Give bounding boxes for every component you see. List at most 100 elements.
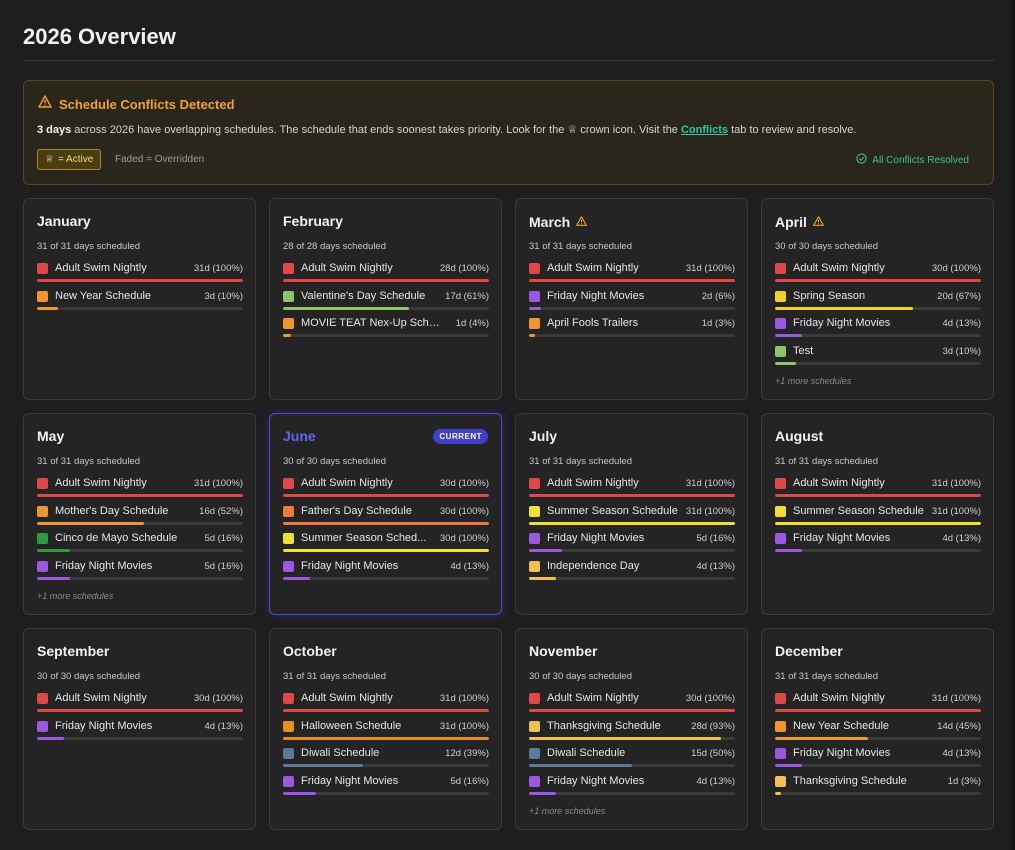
schedule-item[interactable]: Mother's Day Schedule 16d (52%) — [37, 504, 243, 526]
month-card-may[interactable]: May 31 of 31 days scheduled Adult Swim Nig… — [23, 413, 256, 615]
schedule-progress-fill — [37, 709, 243, 712]
schedule-item[interactable]: Summer Season Schedule 31d (100%) — [529, 504, 735, 526]
schedule-name: Friday Night Movies — [301, 560, 399, 572]
month-card-august[interactable]: August 31 of 31 days scheduled Adult Swim … — [761, 413, 994, 615]
schedule-item[interactable]: Friday Night Movies 5d (16%) — [529, 531, 735, 553]
schedule-name: Adult Swim Nightly — [55, 692, 147, 704]
warning-icon — [38, 95, 52, 113]
active-legend-label: = Active — [57, 154, 94, 165]
conflict-days: 3 days — [37, 124, 72, 136]
month-card-march[interactable]: March 31 of 31 days scheduled Adult Swim N… — [515, 198, 748, 400]
schedule-item[interactable]: Friday Night Movies 5d (16%) — [283, 774, 489, 796]
schedule-progress-fill — [283, 737, 489, 740]
conflicts-link[interactable]: Conflicts — [681, 124, 728, 136]
schedule-progress-track — [529, 577, 735, 580]
schedule-count: 5d (16%) — [696, 533, 735, 544]
schedule-item[interactable]: Adult Swim Nightly 28d (100%) — [283, 261, 489, 283]
schedule-name: Valentine's Day Schedule — [301, 290, 426, 302]
month-header: December — [775, 643, 843, 659]
schedule-progress-track — [283, 709, 489, 712]
schedule-count: 14d (45%) — [937, 721, 981, 732]
schedule-item[interactable]: Thanksgiving Schedule 1d (3%) — [775, 774, 981, 796]
schedule-item[interactable]: Father's Day Schedule 30d (100%) — [283, 504, 489, 526]
schedule-item[interactable]: Diwali Schedule 12d (39%) — [283, 746, 489, 768]
month-card-july[interactable]: July 31 of 31 days scheduled Adult Swim Ni… — [515, 413, 748, 615]
month-header: June — [283, 428, 316, 444]
schedule-item[interactable]: Friday Night Movies 4d (13%) — [37, 719, 243, 741]
schedule-progress-fill — [529, 522, 735, 525]
schedule-item[interactable]: Cinco de Mayo Schedule 5d (16%) — [37, 531, 243, 553]
month-card-february[interactable]: February 28 of 28 days scheduled Adult Swi… — [269, 198, 502, 400]
schedule-name: Father's Day Schedule — [301, 505, 412, 517]
schedule-count: 30d (100%) — [439, 506, 489, 517]
schedule-item[interactable]: Friday Night Movies 4d (13%) — [775, 746, 981, 768]
schedule-item[interactable]: MOVIE TEAT Nex-Up Sche... 1d (4%) — [283, 316, 489, 338]
schedule-item[interactable]: Test 3d (10%) — [775, 344, 981, 366]
more-schedules-link[interactable]: +1 more schedules — [37, 591, 113, 601]
schedule-item[interactable]: Friday Night Movies 2d (6%) — [529, 289, 735, 311]
schedule-progress-track — [775, 549, 981, 552]
schedule-progress-track — [529, 279, 735, 282]
month-card-december[interactable]: December 31 of 31 days scheduled Adult Swi… — [761, 628, 994, 830]
month-card-october[interactable]: October 31 of 31 days scheduled Adult Swim… — [269, 628, 502, 830]
schedule-item[interactable]: Summer Season Schedule 31d (100%) — [775, 504, 981, 526]
days-scheduled: 31 of 31 days scheduled — [775, 456, 878, 467]
schedule-progress-fill — [283, 307, 409, 310]
schedule-item[interactable]: Adult Swim Nightly 31d (100%) — [37, 261, 243, 283]
schedule-item[interactable]: Halloween Schedule 31d (100%) — [283, 719, 489, 741]
schedule-item[interactable]: Adult Swim Nightly 30d (100%) — [775, 261, 981, 283]
schedule-item[interactable]: Summer Season Sched... 30d (100%) — [283, 531, 489, 553]
schedule-count: 31d (100%) — [193, 263, 243, 274]
month-header: April — [775, 213, 824, 231]
schedule-item[interactable]: Adult Swim Nightly 31d (100%) — [529, 476, 735, 498]
month-header: February — [283, 213, 343, 229]
schedule-item[interactable]: Friday Night Movies 5d (16%) — [37, 559, 243, 581]
schedule-color-swatch — [775, 478, 786, 489]
schedule-item[interactable]: Independence Day 4d (13%) — [529, 559, 735, 581]
schedule-item[interactable]: Thanksgiving Schedule 28d (93%) — [529, 719, 735, 741]
schedule-item[interactable]: Friday Night Movies 4d (13%) — [283, 559, 489, 581]
schedule-color-swatch — [37, 561, 48, 572]
schedule-item[interactable]: Adult Swim Nightly 31d (100%) — [37, 476, 243, 498]
schedule-color-swatch — [283, 561, 294, 572]
schedule-name: Adult Swim Nightly — [793, 692, 885, 704]
schedule-progress-track — [529, 737, 735, 740]
schedule-name: Spring Season — [793, 290, 866, 302]
schedule-item[interactable]: Adult Swim Nightly 31d (100%) — [775, 476, 981, 498]
schedule-item[interactable]: Adult Swim Nightly 30d (100%) — [283, 476, 489, 498]
schedule-item[interactable]: Adult Swim Nightly 30d (100%) — [37, 691, 243, 713]
month-card-june[interactable]: June CURRENT 30 of 30 days scheduled Adult … — [269, 413, 502, 615]
month-card-september[interactable]: September 30 of 30 days scheduled Adult Sw… — [23, 628, 256, 830]
schedule-color-swatch — [775, 693, 786, 704]
schedule-item[interactable]: Adult Swim Nightly 31d (100%) — [529, 261, 735, 283]
month-name: July — [529, 428, 558, 444]
schedule-color-swatch — [283, 506, 294, 517]
schedule-name: Adult Swim Nightly — [547, 692, 639, 704]
more-schedules-link[interactable]: +1 more schedules — [775, 376, 851, 386]
schedule-progress-track — [283, 279, 489, 282]
schedule-item[interactable]: Adult Swim Nightly 30d (100%) — [529, 691, 735, 713]
schedule-item[interactable]: Diwali Schedule 15d (50%) — [529, 746, 735, 768]
month-card-november[interactable]: November 30 of 30 days scheduled Adult Swi… — [515, 628, 748, 830]
schedule-item[interactable]: Friday Night Movies 4d (13%) — [775, 316, 981, 338]
schedule-item[interactable]: Valentine's Day Schedule 17d (61%) — [283, 289, 489, 311]
schedule-item[interactable]: Spring Season 20d (67%) — [775, 289, 981, 311]
schedule-item[interactable]: April Fools Trailers 1d (3%) — [529, 316, 735, 338]
schedule-item[interactable]: New Year Schedule 3d (10%) — [37, 289, 243, 311]
schedule-progress-track — [37, 577, 243, 580]
schedule-item[interactable]: New Year Schedule 14d (45%) — [775, 719, 981, 741]
schedule-name: Friday Night Movies — [55, 560, 153, 572]
schedule-progress-track — [37, 307, 243, 310]
schedule-count: 1d (3%) — [947, 776, 981, 787]
month-card-january[interactable]: January 31 of 31 days scheduled Adult Swim… — [23, 198, 256, 400]
month-card-april[interactable]: April 30 of 30 days scheduled Adult Swim N… — [761, 198, 994, 400]
more-schedules-link[interactable]: +1 more schedules — [529, 806, 605, 816]
schedule-item[interactable]: Friday Night Movies 4d (13%) — [529, 774, 735, 796]
schedule-count: 16d (52%) — [199, 506, 243, 517]
schedule-item[interactable]: Friday Night Movies 4d (13%) — [775, 531, 981, 553]
schedule-color-swatch — [37, 693, 48, 704]
schedule-progress-track — [37, 737, 243, 740]
schedule-color-swatch — [283, 291, 294, 302]
schedule-item[interactable]: Adult Swim Nightly 31d (100%) — [283, 691, 489, 713]
schedule-item[interactable]: Adult Swim Nightly 31d (100%) — [775, 691, 981, 713]
